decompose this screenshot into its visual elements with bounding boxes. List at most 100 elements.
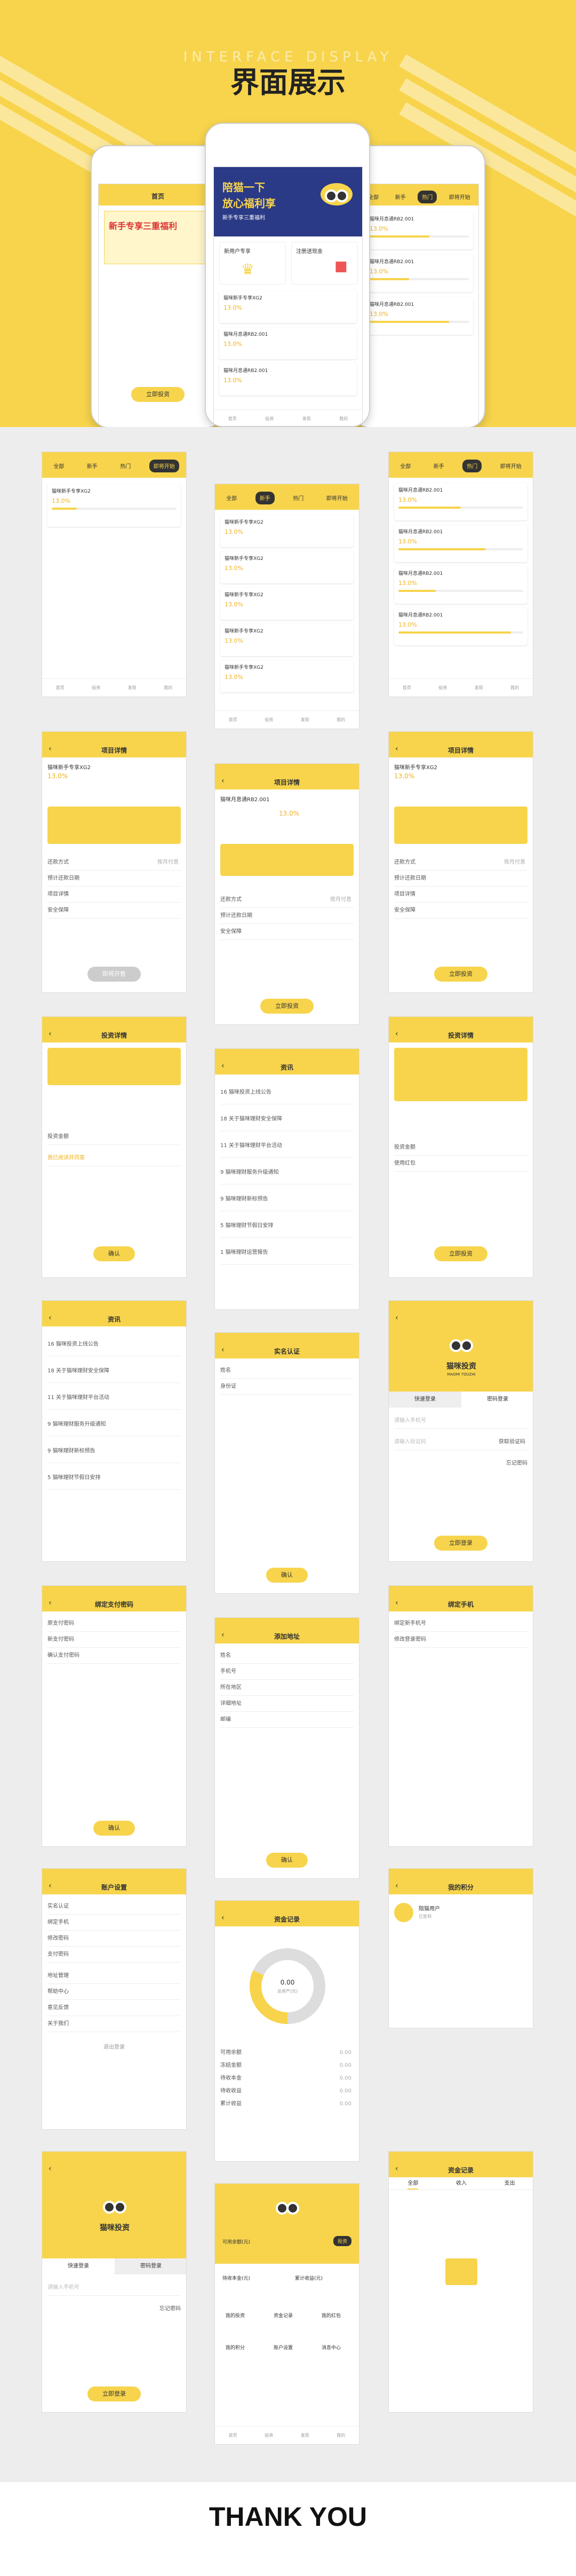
news-item[interactable]: 11 关于猫咪理财平台活动 (220, 1134, 354, 1158)
tabbar-discover[interactable]: 发现 (301, 717, 309, 723)
project-card[interactable]: 猫咪新手专享XG2 13.0% (47, 484, 181, 527)
pay-button[interactable]: 立即投资 (434, 1246, 487, 1261)
tabbar-home[interactable]: 首页 (56, 685, 65, 691)
newbie-card[interactable]: 新用户专享 ♛ (219, 242, 286, 285)
project-card[interactable]: 猫咪月息通RB2.001 13.0% (365, 297, 473, 335)
tab-hot[interactable]: 热门 (289, 492, 308, 504)
tab-new[interactable]: 新手 (391, 191, 410, 203)
tabbar-mine[interactable]: 我的 (164, 685, 172, 691)
project-card[interactable]: 猫咪新手专享XG2 13.0% (220, 660, 354, 692)
row-desc[interactable]: 项目详情 (47, 887, 181, 903)
change-pwd-row[interactable]: 修改登录密码 (394, 1632, 527, 1648)
project-card[interactable]: 猫咪新手专享XG2 13.0% (220, 551, 354, 583)
news-item[interactable]: 11 关于猫咪理财平台活动 (47, 1386, 181, 1410)
tab-all[interactable]: 全部 (49, 460, 68, 472)
grid-item[interactable]: 我的积分 (226, 2344, 245, 2351)
account-row[interactable]: 支付密码 (47, 1947, 181, 1963)
project-card[interactable]: 猫咪新手专享XG2 13.0% (220, 515, 354, 547)
news-item[interactable]: 16 猫咪投资上线公告 (220, 1081, 354, 1104)
phone-input[interactable]: 请输入手机号 (47, 2280, 181, 2296)
confirm-pwd-field[interactable]: 确认支付密码 (47, 1648, 181, 1664)
account-row[interactable]: 绑定手机 (47, 1915, 181, 1931)
account-row[interactable]: 实名认证 (47, 1899, 181, 1915)
confirm-button[interactable]: 确认 (266, 1568, 308, 1583)
address-detail-field[interactable]: 详细地址 (220, 1696, 354, 1712)
grid-item[interactable]: 我的红包 (322, 2312, 341, 2319)
tab-soon[interactable]: 即将开始 (149, 460, 179, 472)
logout-button[interactable]: 退出登录 (47, 2040, 181, 2056)
home-banner[interactable]: 陪猫一下 放心福利享 新手专享三重福利 (214, 167, 362, 236)
tab-soon[interactable]: 即将开始 (322, 492, 352, 504)
project-card[interactable]: 猫咪新手专享XG2 13.0% (220, 624, 354, 656)
tabbar-invest[interactable]: 投资 (265, 2432, 273, 2438)
back-icon[interactable]: ‹ (49, 2164, 52, 2173)
news-item[interactable]: 9 猫咪理财服务升级通知 (47, 1413, 181, 1436)
tab-all[interactable]: 全部 (222, 492, 241, 504)
tab-records-out[interactable]: 支出 (505, 2177, 515, 2190)
news-item[interactable]: 9 猫咪理财新标预告 (47, 1440, 181, 1463)
promo-card[interactable]: 新手专享三重福利 (104, 211, 213, 264)
confirm-button[interactable]: 确认 (93, 1246, 135, 1261)
tabbar-discover[interactable]: 发现 (128, 685, 137, 691)
tabbar-mine[interactable]: 我的 (510, 685, 519, 691)
grid-item[interactable]: 消息中心 (322, 2344, 341, 2351)
tab-new[interactable]: 新手 (255, 492, 275, 504)
tab-quick-login[interactable]: 快速登录 (389, 1392, 461, 1408)
tab-records-all[interactable]: 全部 (407, 2177, 419, 2190)
tab-new[interactable]: 新手 (429, 460, 449, 472)
tab-records-in[interactable]: 收入 (456, 2177, 467, 2190)
tabbar-mine[interactable]: 我的 (337, 2432, 345, 2438)
tabbar-mine[interactable]: 我的 (337, 717, 345, 723)
forgot-link[interactable]: 忘记密码 (47, 2301, 181, 2317)
coupon-row[interactable]: 使用红包 (394, 1156, 527, 1172)
back-icon[interactable]: ‹ (395, 1314, 398, 1322)
tab-quick-login[interactable]: 快速登录 (42, 2258, 115, 2274)
tab-all[interactable]: 全部 (396, 460, 415, 472)
address-zip-field[interactable]: 邮编 (220, 1712, 354, 1728)
news-item[interactable]: 9 猫咪理财新标预告 (220, 1188, 354, 1211)
login-button[interactable]: 立即登录 (87, 2387, 141, 2401)
login-button[interactable]: 立即登录 (434, 1536, 487, 1551)
tab-hot[interactable]: 热门 (116, 460, 135, 472)
project-card[interactable]: 猫咪月息通RB2.001 13.0% (365, 212, 473, 249)
news-item[interactable]: 5 猫咪理财节假日安排 (220, 1214, 354, 1238)
row-desc[interactable]: 项目详情 (394, 887, 527, 903)
tabbar-discover[interactable]: 发现 (301, 2432, 309, 2438)
news-item[interactable]: 16 猫咪投资上线公告 (47, 1333, 181, 1356)
tabbar-home[interactable]: 首页 (229, 717, 237, 723)
cash-card[interactable]: 注册送现金 ■ (291, 242, 358, 285)
old-pwd-field[interactable]: 原支付密码 (47, 1616, 181, 1632)
project-card[interactable]: 猫咪月息通RB2.001 13.0% (365, 255, 473, 292)
grid-item[interactable]: 账户设置 (274, 2344, 293, 2351)
project-card[interactable]: 猫咪月息通RB2.001 13.0% (394, 608, 527, 645)
account-row[interactable]: 地址管理 (47, 1968, 181, 1984)
tab-soon[interactable]: 即将开始 (496, 460, 526, 472)
account-row[interactable]: 修改密码 (47, 1931, 181, 1947)
row-safety[interactable]: 安全保障 (47, 903, 181, 919)
address-region-field[interactable]: 所在地区 (220, 1680, 354, 1696)
grid-item[interactable]: 资金记录 (274, 2312, 293, 2319)
project-card[interactable]: 猫咪月息通RB2.001 13.0% (219, 327, 357, 359)
tabbar-invest[interactable]: 投资 (265, 416, 274, 422)
tabbar-home[interactable]: 首页 (229, 2432, 237, 2438)
invest-button[interactable]: 投资 (333, 2236, 351, 2246)
address-phone-field[interactable]: 手机号 (220, 1664, 354, 1680)
row-safety[interactable]: 安全保障 (220, 924, 354, 940)
project-card[interactable]: 猫咪新手专享XG2 13.0% (219, 291, 357, 323)
tabbar-discover[interactable]: 发现 (475, 685, 483, 691)
grid-item[interactable]: 我的投资 (226, 2312, 245, 2319)
address-name-field[interactable]: 姓名 (220, 1648, 354, 1664)
project-card[interactable]: 猫咪月息通RB2.001 13.0% (394, 566, 527, 604)
name-field[interactable]: 姓名 (220, 1363, 354, 1379)
tab-new[interactable]: 新手 (83, 460, 102, 472)
news-item[interactable]: 1 猫咪理财运营报告 (220, 1241, 354, 1265)
tabbar-discover[interactable]: 发现 (302, 416, 311, 422)
invest-button[interactable]: 立即投资 (131, 387, 185, 402)
project-card[interactable]: 猫咪月息通RB2.001 13.0% (394, 483, 527, 520)
bind-new-phone-row[interactable]: 绑定新手机号 (394, 1616, 527, 1632)
invest-button[interactable]: 立即投资 (260, 999, 314, 1014)
account-row[interactable]: 帮助中心 (47, 1984, 181, 2000)
amount-row[interactable]: 投资金额 (394, 1140, 527, 1156)
account-row[interactable]: 关于我们 (47, 2016, 181, 2032)
tab-hot[interactable]: 热门 (418, 191, 437, 203)
